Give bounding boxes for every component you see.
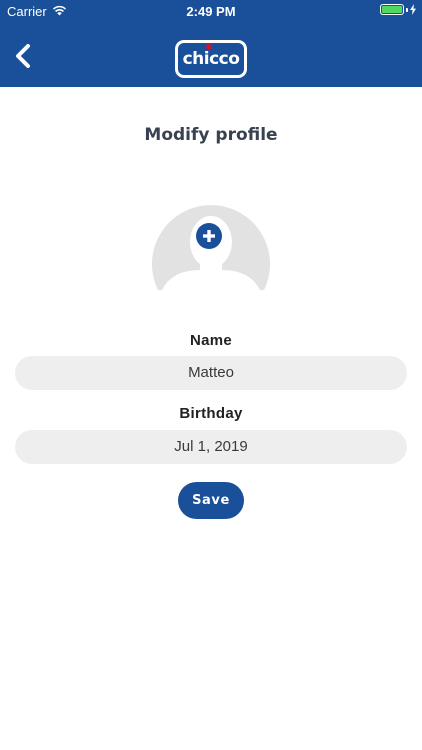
name-field[interactable]: Matteo [15,356,407,390]
status-bar: Carrier 2:49 PM [0,0,422,22]
avatar-picker[interactable] [152,190,270,290]
plus-circle-icon [196,223,222,249]
app-header: Carrier 2:49 PM chicco [0,0,422,87]
birthday-field[interactable]: Jul 1, 2019 [15,430,407,464]
name-label: Name [189,332,233,349]
logo-heart-icon [206,44,212,50]
page-title: Modify profile [144,125,278,145]
status-time: 2:49 PM [186,4,236,19]
battery-charging-icon [380,4,416,15]
chevron-left-icon [8,44,40,78]
save-button[interactable]: Save [178,482,244,519]
birthday-label: Birthday [179,405,243,422]
logo-text: chicco [182,49,240,69]
brand-logo: chicco [175,40,247,78]
back-button[interactable] [8,38,40,74]
